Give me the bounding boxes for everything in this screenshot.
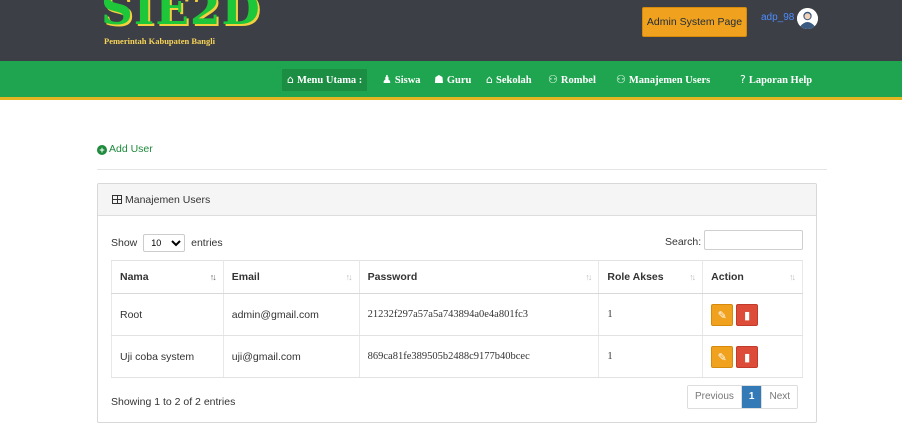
logo-subtitle: Pemerintah Kabupaten Bangli — [104, 36, 215, 46]
nav-siswa[interactable]: ♟ Siswa — [382, 69, 421, 91]
entries-select[interactable]: 10 — [143, 234, 186, 252]
home-icon: ⌂ — [287, 73, 294, 86]
next-button[interactable]: Next — [761, 386, 798, 408]
add-user-label: Add User — [109, 143, 153, 155]
nav-label: Siswa — [394, 75, 421, 86]
table-row: Root admin@gmail.com 21232f297a57a5a7438… — [111, 293, 803, 336]
page-1-button[interactable]: 1 — [740, 386, 762, 408]
table-header-row: Nama ↑↓ Email ↑↓ Password ↑↓ Role Akses ↑↓ A… — [111, 260, 803, 294]
nav-laporan-help[interactable]: ? Laporan Help — [740, 69, 812, 91]
cell-email: uji@gmail.com — [223, 335, 360, 378]
sort-icon: ↑↓ — [689, 272, 696, 282]
column-header-password[interactable]: Password ↑↓ — [359, 260, 600, 294]
nav-label: Menu Utama : — [296, 75, 363, 86]
edit-button[interactable]: ✎ — [711, 303, 734, 326]
group-icon: ⚇ — [548, 73, 558, 86]
question-icon: ? — [740, 73, 746, 86]
users-icon: ♟ — [382, 73, 392, 86]
sort-icon: ↑↓ — [345, 272, 353, 282]
divider — [97, 169, 827, 170]
nav-rombel[interactable]: ⚇ Rombel — [548, 69, 596, 91]
table-row: Uji coba system uji@gmail.com 869ca81fe3… — [111, 335, 803, 378]
column-label: Action — [711, 271, 744, 283]
show-label: Show — [111, 236, 138, 249]
users-table: Nama ↑↓ Email ↑↓ Password ↑↓ Role Akses ↑↓ A… — [111, 260, 803, 378]
panel-title: Manajemen Users — [125, 194, 211, 206]
cell-action: ✎ ▮ — [702, 293, 803, 336]
column-label: Password — [367, 271, 418, 283]
nav-sekolah[interactable]: ⌂ Sekolah — [486, 69, 532, 91]
panel-heading: Manajemen Users — [98, 184, 816, 216]
cell-role: 1 — [598, 293, 704, 336]
nav-menu-utama[interactable]: ⌂ Menu Utama : — [282, 69, 368, 91]
column-label: Nama — [120, 271, 149, 283]
cell-nama: Root — [111, 293, 224, 336]
graduation-cap-icon: ☗ — [434, 73, 444, 86]
cell-role: 1 — [598, 335, 704, 378]
column-header-action[interactable]: Action ↑↓ — [702, 260, 803, 294]
nav-label: Rombel — [560, 75, 596, 86]
search-label: Search: — [665, 236, 702, 248]
users-panel: Manajemen Users Show 10 entries Search: … — [97, 183, 817, 423]
column-label: Email — [231, 271, 260, 283]
user-avatar-icon[interactable] — [797, 8, 818, 29]
building-icon: ⌂ — [486, 73, 493, 86]
entries-label: entries — [191, 236, 223, 249]
previous-button[interactable]: Previous — [688, 386, 741, 408]
nav-label: Laporan Help — [748, 75, 813, 86]
sort-icon: ↑↓ — [585, 272, 592, 282]
top-header: SIE2D Pemerintah Kabupaten Bangli Admin … — [0, 0, 902, 61]
edit-icon: ✎ — [717, 308, 727, 322]
app-logo[interactable]: SIE2D — [101, 0, 261, 32]
sort-asc-icon: ↑↓ — [209, 272, 217, 282]
group-icon: ⚇ — [616, 73, 626, 86]
table-icon — [112, 195, 122, 204]
nav-label: Guru — [446, 75, 472, 86]
column-header-nama[interactable]: Nama ↑↓ — [111, 260, 224, 294]
trash-icon: ▮ — [744, 350, 751, 364]
table-info: Showing 1 to 2 of 2 entries — [111, 396, 236, 408]
column-header-email[interactable]: Email ↑↓ — [223, 260, 360, 294]
search-input[interactable] — [704, 230, 803, 250]
main-navbar: ⌂ Menu Utama : ♟ Siswa ☗ Guru ⌂ Sekolah ⚇ Rom… — [0, 61, 902, 100]
cell-action: ✎ ▮ — [702, 335, 803, 378]
sort-icon: ↑↓ — [789, 272, 796, 282]
cell-password: 869ca81fe389505b2488c9177b40bcec — [359, 335, 600, 378]
admin-system-page-button[interactable]: Admin System Page — [642, 7, 747, 37]
pagination: Previous 1 Next — [687, 385, 799, 409]
nav-guru[interactable]: ☗ Guru — [434, 69, 471, 91]
add-user-link[interactable]: + Add User — [97, 143, 153, 155]
plus-circle-icon: + — [97, 145, 107, 155]
column-label: Role Akses — [607, 271, 664, 283]
edit-icon: ✎ — [717, 350, 727, 364]
nav-label: Sekolah — [495, 75, 532, 86]
nav-manajemen-users[interactable]: ⚇ Manajemen Users — [616, 69, 710, 91]
delete-button[interactable]: ▮ — [736, 345, 759, 368]
cell-nama: Uji coba system — [111, 335, 224, 378]
trash-icon: ▮ — [744, 308, 751, 322]
edit-button[interactable]: ✎ — [711, 345, 734, 368]
column-header-role-akses[interactable]: Role Akses ↑↓ — [598, 260, 704, 294]
entries-length-control: Show 10 entries — [111, 234, 223, 252]
username-link[interactable]: adp_98 — [761, 12, 794, 23]
nav-label: Manajemen Users — [628, 75, 711, 86]
cell-email: admin@gmail.com — [223, 293, 360, 336]
cell-password: 21232f297a57a5a743894a0e4a801fc3 — [359, 293, 600, 336]
delete-button[interactable]: ▮ — [736, 303, 759, 326]
